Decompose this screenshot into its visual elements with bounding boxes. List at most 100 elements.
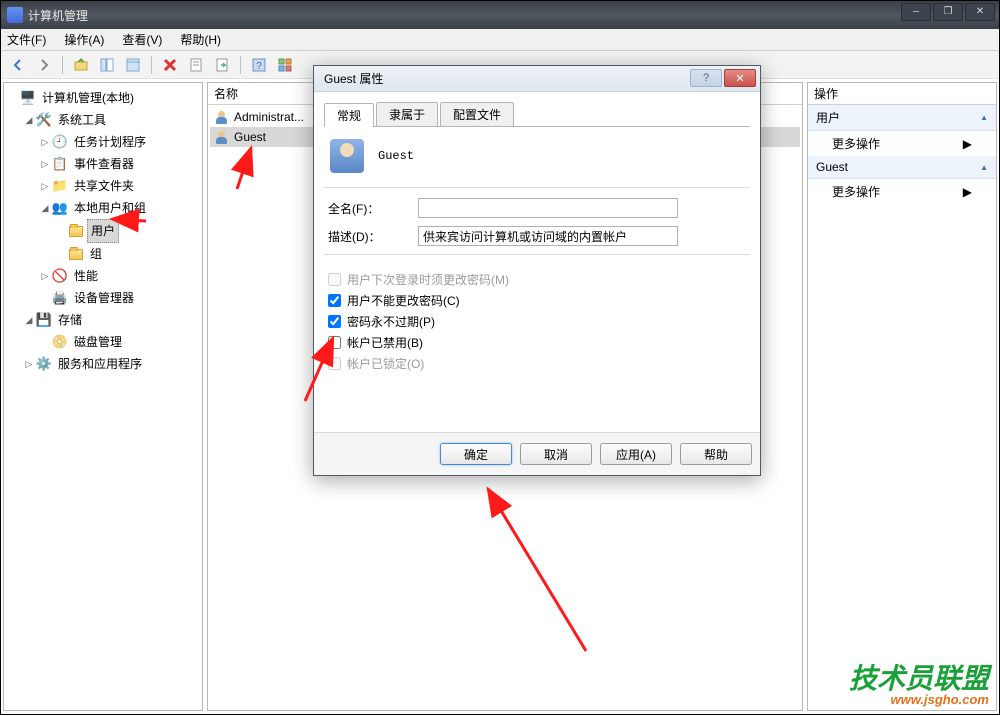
user-icon [214, 109, 230, 125]
dialog-footer: 确定 取消 应用(A) 帮助 [314, 432, 760, 475]
tree-system-tools[interactable]: ◢ 🛠️ 系统工具 ▷ 🕘 任务计划程序 ▷ [24, 109, 200, 309]
collapse-icon[interactable]: ▲ [980, 163, 988, 172]
menu-file[interactable]: 文件(F) [7, 31, 46, 48]
cancel-button[interactable]: 取消 [520, 443, 592, 465]
close-button[interactable]: ✕ [965, 3, 995, 21]
dialog-close-button[interactable]: ✕ [724, 69, 756, 87]
help-button[interactable]: 帮助 [680, 443, 752, 465]
checkbox-account-locked [328, 357, 341, 370]
menu-view[interactable]: 查看(V) [122, 31, 162, 48]
help-toolbar-button[interactable]: ? [248, 55, 270, 75]
tree-users[interactable]: 用户 [56, 219, 200, 243]
checkbox-account-disabled[interactable] [328, 336, 341, 349]
checkbox-cannot-change-pw[interactable] [328, 294, 341, 307]
expander-icon[interactable]: ◢ [40, 198, 50, 218]
tree-label: 设备管理器 [71, 287, 137, 309]
expander-icon[interactable]: ▷ [40, 132, 50, 152]
minimize-button[interactable]: — [901, 3, 931, 21]
actions-item-label: 更多操作 [832, 135, 880, 152]
tab-member-of[interactable]: 隶属于 [376, 102, 438, 126]
expander-icon[interactable]: ◢ [24, 110, 34, 130]
actions-group-users[interactable]: 用户 ▲ [808, 105, 996, 131]
actions-panel: 操作 用户 ▲ 更多操作 ▶ Guest ▲ 更多操作 ▶ [807, 82, 997, 711]
chevron-right-icon: ▶ [963, 185, 972, 199]
tools-icon: 🛠️ [36, 112, 52, 128]
check-pw-never-expires[interactable]: 密码永不过期(P) [328, 313, 746, 330]
actions-group-guest[interactable]: Guest ▲ [808, 156, 996, 179]
check-account-locked: 帐户已锁定(O) [328, 355, 746, 372]
tree-event-viewer[interactable]: ▷ 📋 事件查看器 [40, 153, 200, 175]
tree-local-users-groups[interactable]: ◢ 👥 本地用户和组 用户 [40, 197, 200, 265]
services-icon: ⚙️ [36, 356, 52, 372]
performance-icon: 🚫 [52, 268, 68, 284]
tree-label: 系统工具 [55, 109, 109, 131]
tree-services-apps[interactable]: ▷ ⚙️ 服务和应用程序 [24, 353, 200, 375]
actions-more-guest[interactable]: 更多操作 ▶ [808, 179, 996, 204]
apply-button[interactable]: 应用(A) [600, 443, 672, 465]
full-name-input[interactable] [418, 198, 678, 218]
tree-task-scheduler[interactable]: ▷ 🕘 任务计划程序 [40, 131, 200, 153]
menu-help[interactable]: 帮助(H) [180, 31, 221, 48]
tree-device-manager[interactable]: 🖨️ 设备管理器 [40, 287, 200, 309]
menu-action[interactable]: 操作(A) [64, 31, 104, 48]
checkbox-must-change-pw [328, 273, 341, 286]
collapse-icon[interactable]: ▲ [980, 113, 988, 122]
separator [324, 187, 750, 188]
check-label: 用户下次登录时须更改密码(M) [347, 271, 509, 288]
menu-bar: 文件(F) 操作(A) 查看(V) 帮助(H) [1, 29, 999, 51]
check-cannot-change-pw[interactable]: 用户不能更改密码(C) [328, 292, 746, 309]
actions-group-title: 用户 [816, 109, 840, 126]
tree-label: 存储 [55, 309, 85, 331]
check-account-disabled[interactable]: 帐户已禁用(B) [328, 334, 746, 351]
export-button[interactable] [211, 55, 233, 75]
dialog-titlebar[interactable]: Guest 属性 ? ✕ [314, 66, 760, 92]
expander-icon[interactable]: ▷ [40, 176, 50, 196]
tree-disk-management[interactable]: 📀 磁盘管理 [40, 331, 200, 353]
delete-button[interactable] [159, 55, 181, 75]
up-button[interactable] [70, 55, 92, 75]
tree-storage[interactable]: ◢ 💾 存储 📀 磁盘管理 [24, 309, 200, 353]
show-hide-tree-button[interactable] [96, 55, 118, 75]
tree-label: 本地用户和组 [71, 197, 149, 219]
check-must-change-pw: 用户下次登录时须更改密码(M) [328, 271, 746, 288]
tree-label: 共享文件夹 [71, 175, 137, 197]
tree-shared-folders[interactable]: ▷ 📁 共享文件夹 [40, 175, 200, 197]
tree-performance[interactable]: ▷ 🚫 性能 [40, 265, 200, 287]
device-icon: 🖨️ [52, 290, 68, 306]
tab-general[interactable]: 常规 [324, 103, 374, 127]
computer-icon: 🖥️ [20, 90, 36, 106]
tree-groups[interactable]: 组 [56, 243, 200, 265]
description-label: 描述(D)： [328, 228, 418, 245]
tab-profile[interactable]: 配置文件 [440, 102, 514, 126]
tree-label: 任务计划程序 [71, 131, 149, 153]
actions-more-users[interactable]: 更多操作 ▶ [808, 131, 996, 156]
maximize-button[interactable]: ❐ [933, 3, 963, 21]
event-icon: 📋 [52, 156, 68, 172]
expander-icon[interactable]: ▷ [40, 266, 50, 286]
ok-button[interactable]: 确定 [440, 443, 512, 465]
back-button[interactable] [7, 55, 29, 75]
dialog-help-button[interactable]: ? [690, 69, 722, 87]
chevron-right-icon: ▶ [963, 137, 972, 151]
checkbox-pw-never-expires[interactable] [328, 315, 341, 328]
users-icon: 👥 [52, 200, 68, 216]
tree-root-label: 计算机管理(本地) [39, 87, 137, 109]
actions-group-title: Guest [816, 160, 848, 174]
separator [324, 254, 750, 255]
view-options-button[interactable] [274, 55, 296, 75]
list-label: Guest [234, 130, 266, 144]
expander-icon[interactable]: ▷ [24, 354, 34, 374]
description-input[interactable] [418, 226, 678, 246]
expander-icon[interactable]: ▷ [40, 154, 50, 174]
properties-toolbar-button[interactable] [122, 55, 144, 75]
check-label: 帐户已禁用(B) [347, 334, 423, 351]
tree-root[interactable]: 🖥️ 计算机管理(本地) ◢ 🛠️ 系统工具 ▷ 🕘 任务计划程序 [8, 87, 200, 375]
actions-item-label: 更多操作 [832, 183, 880, 200]
main-titlebar: 计算机管理 — ❐ ✕ [1, 1, 999, 29]
expander-icon[interactable]: ◢ [24, 310, 34, 330]
refresh-button[interactable] [185, 55, 207, 75]
check-label: 密码永不过期(P) [347, 313, 435, 330]
shared-folder-icon: 📁 [52, 178, 68, 194]
forward-button[interactable] [33, 55, 55, 75]
tree-label: 磁盘管理 [71, 331, 125, 353]
